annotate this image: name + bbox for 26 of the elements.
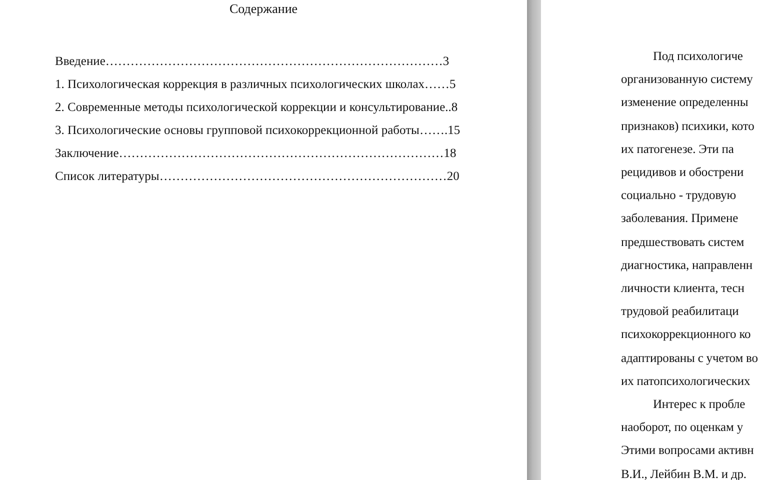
text-line: Под психологиче: [652, 48, 744, 65]
contents-entry: Введение………………………………………………………………………3: [55, 53, 450, 70]
text-line: Интерес к пробле: [652, 396, 746, 414]
text-line: адаптированы с учетом во: [621, 350, 759, 367]
contents-entry: 1. Психологическая коррекция в различных психологических школах……5: [55, 76, 457, 92]
text-line: В.И., Лейбин В.М. и др.: [621, 466, 748, 480]
text-line: личности клиента, тесн: [621, 280, 746, 298]
contents-entry: 3. Психологические основы групповой психокоррекционной работы…….15: [55, 122, 462, 138]
text-line: организованную систему: [621, 71, 754, 88]
contents-entry: Список литературы……………………………………………………………20: [55, 168, 460, 184]
text-line: их патогенезе. Эти па: [621, 140, 735, 158]
text-line: трудовой реабилитаци: [621, 303, 740, 320]
text-line: психокоррекционного ко: [621, 326, 752, 344]
text-line: предшествовать систем: [621, 234, 746, 251]
text-line: социально - трудовую: [621, 187, 737, 204]
text-line: наоборот, по оценкам у: [621, 419, 744, 436]
text-line: изменение определенны: [621, 94, 750, 112]
text-line: признаков) психики, кото: [621, 118, 756, 135]
text-line: рецидивов и обострени: [621, 164, 745, 182]
contents-heading: Содержание: [228, 0, 299, 17]
text-line: диагностика, направленн: [621, 256, 754, 274]
contents-entry: 2. Современные методы психологической коррекции и консультирование..8: [55, 99, 459, 116]
contents-entry: Заключение……………………………………………………………………18: [55, 145, 458, 162]
text-line: их патопсихологических: [621, 372, 752, 390]
text-line: Этими вопросами активн: [621, 442, 755, 460]
text-line: заболевания. Примене: [621, 210, 740, 228]
